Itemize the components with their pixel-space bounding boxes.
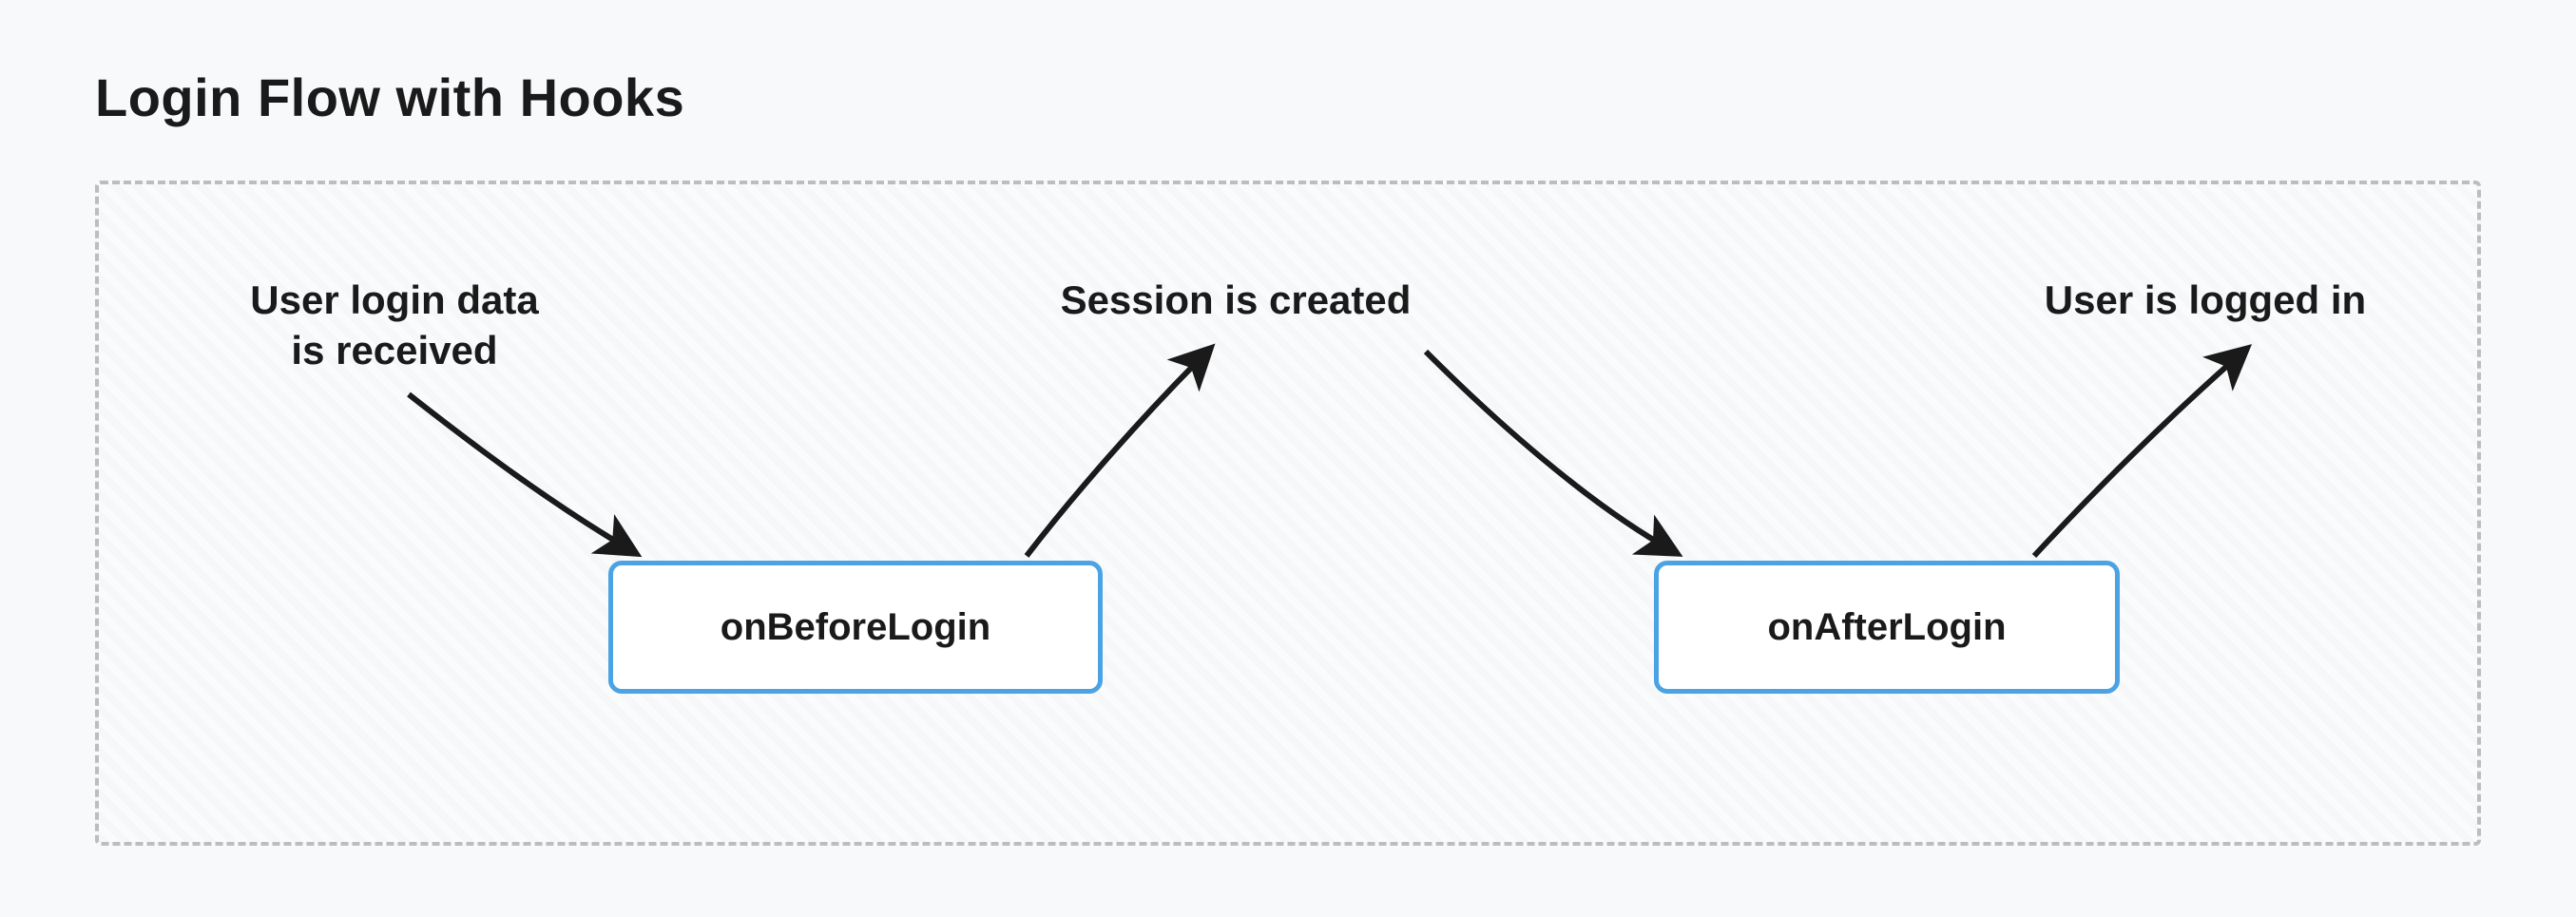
- hook-onbeforelogin: onBeforeLogin: [608, 561, 1103, 694]
- diagram-canvas: Login Flow with Hooks User login data is…: [0, 0, 2576, 917]
- diagram-title: Login Flow with Hooks: [95, 67, 684, 128]
- label-session-created: Session is created: [1008, 276, 1464, 326]
- label-user-logged-in: User is logged in: [1996, 276, 2414, 326]
- hook-onafterlogin: onAfterLogin: [1654, 561, 2120, 694]
- label-user-login-data: User login data is received: [190, 276, 599, 375]
